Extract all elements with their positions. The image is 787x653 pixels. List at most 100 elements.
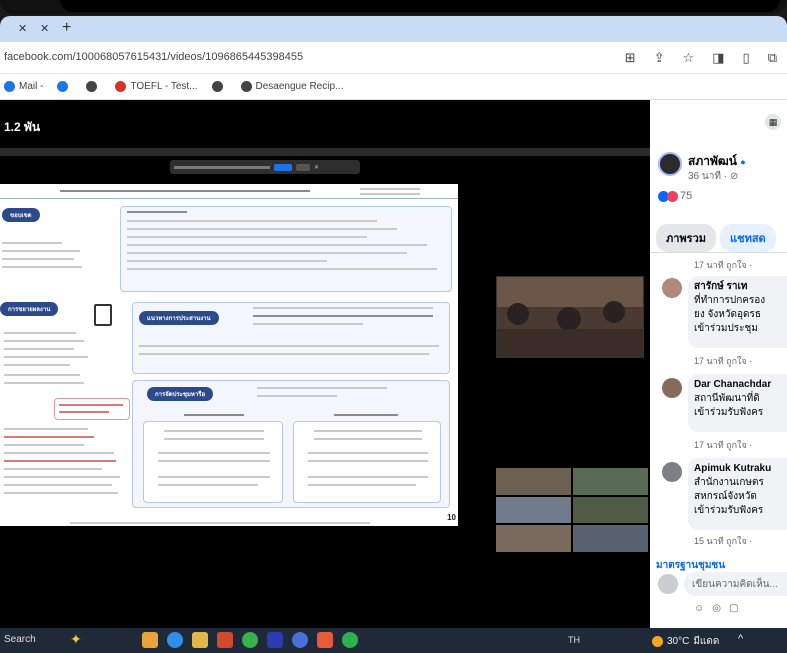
meeting-secondary-button[interactable] — [296, 163, 310, 171]
app-icon[interactable] — [142, 632, 158, 648]
reaction-summary[interactable]: 75 — [658, 190, 692, 202]
teams-icon[interactable] — [267, 632, 283, 648]
bookmark-favicon-icon — [115, 81, 127, 92]
slide-box-3: การจัดประชุมหารือ — [132, 380, 450, 508]
comment-text-line: ยง จังหวัดอุดรธ — [694, 309, 761, 320]
participant-tile — [496, 496, 571, 524]
bookmark-label: Desaengue Recip... — [255, 81, 344, 92]
comment-text-line: เข้าร่วมรับฟังคร — [694, 407, 764, 418]
comment-avatar[interactable] — [662, 278, 682, 298]
extension-icon[interactable]: ◨ — [712, 50, 724, 66]
line-icon-2[interactable] — [342, 632, 358, 648]
comment-text-line: สถานีพัฒนาที่ดิ — [694, 393, 760, 404]
meeting-banner: ✕ — [170, 160, 360, 174]
address-bar-icons: ⊞ ⇪ ☆ ◨ ▯ ⧉ — [625, 50, 777, 66]
copilot-sparkle-icon[interactable]: ✦ — [70, 631, 82, 648]
tab-close-icon-2[interactable]: ✕ — [40, 22, 49, 35]
bookmark-favicon-icon — [86, 81, 98, 92]
share-icon[interactable]: ⇪ — [654, 50, 665, 66]
view-count: 1.2 พัน — [4, 120, 41, 134]
globe-icon: ⊘ — [729, 171, 739, 182]
comment-author[interactable]: Apimuk Kutraku — [694, 462, 781, 476]
split-screen-icon[interactable]: ⧉ — [768, 50, 777, 66]
bookmark-favicon-icon — [211, 81, 223, 92]
slide-page-number: 10 — [447, 513, 456, 522]
participant-tile — [573, 496, 648, 524]
bookmark-item[interactable]: TOEFL - Test... — [115, 81, 198, 92]
comment-text-line: สำนักงานเกษตร — [694, 477, 764, 488]
presentation-slide: ขอบเขต การขยายผลงาน แนวทางการประสานงาน ก… — [0, 184, 458, 526]
tray-chevron-icon[interactable]: ^ — [738, 633, 743, 645]
bookmark-favicon-icon — [57, 81, 69, 92]
new-tab-button[interactable]: + — [62, 19, 71, 37]
comment-input[interactable]: เขียนความคิดเห็น... — [684, 572, 787, 596]
tab-close-icon[interactable]: ✕ — [18, 22, 27, 35]
video-player[interactable]: 1.2 พัน ✕ ขอบเขต การขยายผลงาน แนวทางการป… — [0, 100, 650, 628]
meeting-banner-close-icon[interactable]: ✕ — [314, 164, 319, 171]
meeting-primary-button[interactable] — [274, 163, 292, 171]
weather-widget[interactable]: 30°C มีแดด — [652, 634, 719, 649]
participant-tile — [496, 525, 571, 552]
post-time: 36 นาที · ⊘ — [688, 171, 739, 182]
side-panel-top: ▦ — [650, 100, 787, 144]
slide-box-1 — [120, 206, 452, 292]
file-explorer-icon[interactable] — [192, 632, 208, 648]
slide-note-box — [54, 398, 130, 420]
comment-bubble: สารักษ์ ราเท ที่ทำการปกครอง ยง จังหวัดอุ… — [688, 276, 787, 348]
side-panel-divider — [650, 252, 787, 253]
comment-author[interactable]: สารักษ์ ราเท — [694, 280, 781, 294]
edge-icon[interactable] — [167, 632, 183, 648]
bookmark-item[interactable] — [57, 81, 72, 92]
slide-pill-expansion: การขยายผลงาน — [0, 302, 59, 316]
star-icon[interactable]: ☆ — [683, 50, 695, 66]
user-avatar — [658, 574, 678, 594]
comment-meta: 17 นาที ถูกใจ · — [694, 440, 753, 450]
gif-icon[interactable]: ▢ — [729, 603, 738, 614]
comment-avatar[interactable] — [662, 378, 682, 398]
bookmark-item[interactable] — [86, 81, 101, 92]
bookmark-favicon-icon — [240, 81, 252, 92]
app-icon[interactable] — [292, 632, 308, 648]
windows-taskbar: Search ✦ TH 30°C มีแดด ^ — [0, 628, 787, 653]
comment-text-line: เข้าร่วมประชุม — [694, 323, 758, 334]
slide-divider — [0, 198, 458, 199]
weather-temp: 30°C — [667, 636, 690, 647]
comment-meta: 17 นาที ถูกใจ · — [694, 260, 753, 270]
camera-icon[interactable]: ◎ — [712, 603, 721, 614]
taskbar-search[interactable]: Search — [4, 634, 36, 645]
sidebar-icon[interactable]: ▯ — [743, 50, 750, 66]
translate-icon[interactable]: ⊞ — [625, 50, 636, 66]
community-standards-link[interactable]: มาตรฐานชุมชน — [656, 558, 725, 573]
bookmark-item[interactable]: Mail - — [4, 81, 43, 92]
app-icon[interactable] — [217, 632, 233, 648]
participant-tile — [573, 525, 648, 552]
slide-footer — [70, 522, 370, 524]
input-language[interactable]: TH — [568, 635, 580, 645]
comment-meta: 17 นาที ถูกใจ · — [694, 356, 753, 366]
slide-box-2: แนวทางการประสานงาน — [132, 302, 450, 374]
comment-avatar[interactable] — [662, 462, 682, 482]
slide-pill-coordination: แนวทางการประสานงาน — [139, 311, 219, 325]
menu-grid-icon[interactable]: ▦ — [765, 114, 781, 130]
url-text[interactable]: facebook.com/100068057615431/videos/1096… — [4, 51, 303, 63]
emoji-icon[interactable]: ☺ — [694, 603, 704, 614]
tab-live-chat[interactable]: แชทสด — [720, 224, 776, 252]
document-icon — [94, 304, 112, 326]
line-icon[interactable] — [242, 632, 258, 648]
meeting-banner-text — [174, 165, 270, 169]
comment-author[interactable]: Dar Chanachdar — [694, 378, 781, 392]
bookmark-favicon-icon — [4, 81, 15, 92]
tab-overview[interactable]: ภาพรวม — [656, 224, 717, 252]
bookmark-item[interactable]: Desaengue Recip... — [240, 81, 344, 92]
screen-bezel — [0, 0, 787, 14]
bookmark-item[interactable] — [211, 81, 227, 92]
page-avatar[interactable] — [658, 152, 682, 176]
participant-tile — [573, 468, 648, 495]
bezel-inner — [60, 0, 780, 12]
comment-text-line: ที่ทำการปกครอง — [694, 295, 766, 306]
comment-bubble: Apimuk Kutraku สำนักงานเกษตร สหกรณ์จังหว… — [688, 458, 787, 530]
app-icon[interactable] — [317, 632, 333, 648]
comment-text-line: สหกรณ์จังหวัด — [694, 491, 757, 502]
facebook-side-panel: ▦ สภาพัฒน์ ● 36 นาที · ⊘ 75 ภาพรวม แชทสด… — [650, 100, 787, 628]
bookmarks-bar: Mail - TOEFL - Test... Desaengue Recip... — [0, 74, 787, 100]
